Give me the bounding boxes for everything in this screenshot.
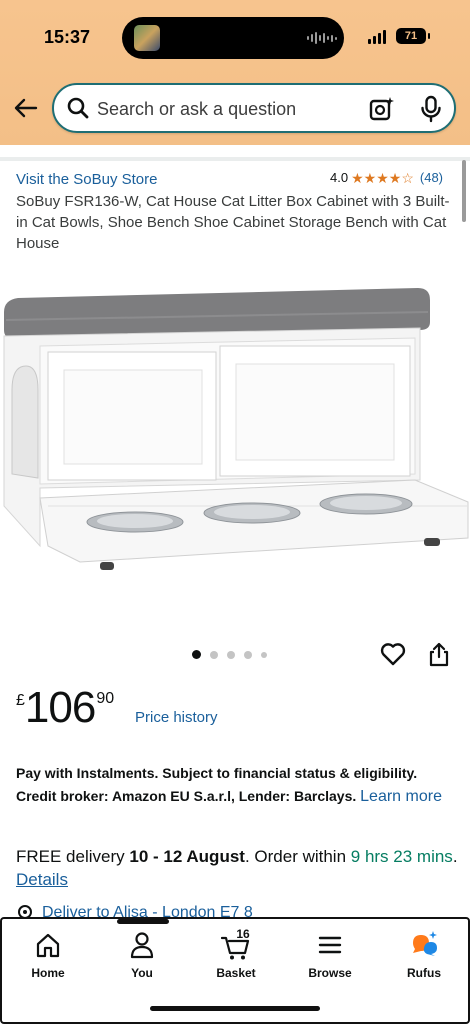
delivery-info: FREE delivery 10 - 12 August. Order with…	[16, 845, 461, 891]
back-arrow-icon[interactable]	[12, 94, 40, 122]
pagination-dot[interactable]	[192, 650, 201, 659]
audio-wave-icon	[307, 31, 337, 45]
delivery-dates: 10 - 12 August	[129, 847, 245, 866]
basket-count-badge: 16	[236, 927, 250, 941]
star-icon: ★	[351, 169, 364, 186]
status-time: 15:37	[44, 27, 91, 47]
pagination-dot[interactable]	[244, 650, 252, 659]
pagination-dot[interactable]	[210, 650, 218, 659]
pagination-dot[interactable]	[261, 651, 267, 658]
product-title: SoBuy FSR136-W, Cat House Cat Litter Box…	[16, 193, 450, 252]
pagination-dot[interactable]	[227, 650, 235, 659]
learn-more-link[interactable]: Learn more	[360, 788, 442, 805]
product-image[interactable]	[0, 270, 470, 590]
delivery-prefix: FREE delivery	[16, 847, 130, 866]
delivery-suffix: .	[452, 847, 458, 866]
star-icon: ★	[376, 169, 389, 186]
star-icon: ★	[363, 169, 377, 186]
menu-icon	[318, 936, 342, 954]
instalments-text: Pay with Instalments. Subject to financi…	[16, 765, 418, 804]
share-icon[interactable]	[427, 641, 451, 667]
rating-summary[interactable]: 4.0 ★ ★ ★ ★ ☆ (48)	[330, 170, 443, 185]
instalments-notice: Pay with Instalments. Subject to financi…	[16, 762, 461, 808]
tab-rufus[interactable]: Rufus	[384, 929, 464, 980]
search-bar[interactable]: Search or ask a question	[52, 83, 456, 133]
tab-browse-label: Browse	[308, 966, 352, 980]
dynamic-island	[122, 17, 344, 59]
price-currency: £	[16, 692, 25, 709]
home-indicator[interactable]	[150, 1006, 320, 1011]
app-header: 15:37 71 Search or ask a question	[0, 0, 470, 145]
person-icon	[130, 932, 154, 959]
now-playing-thumbnail	[134, 25, 160, 51]
tab-you-label: You	[131, 966, 153, 980]
price-whole: 106	[24, 683, 96, 732]
search-icon	[67, 97, 89, 119]
camera-icon[interactable]	[368, 95, 396, 123]
price-history-link[interactable]: Price history	[135, 709, 218, 726]
tab-home-label: Home	[31, 966, 65, 980]
star-icon: ☆	[401, 169, 414, 186]
tab-browse[interactable]: Browse	[290, 929, 370, 980]
tab-rufus-label: Rufus	[407, 966, 441, 980]
header-divider	[0, 145, 470, 163]
delivery-middle: . Order within	[244, 847, 351, 866]
star-icon: ★	[388, 169, 402, 186]
delivery-details-link[interactable]: Details	[16, 870, 68, 889]
delivery-countdown: 9 hrs 23 mins	[350, 847, 453, 866]
tab-basket[interactable]: 16 Basket	[196, 927, 276, 980]
image-pagination-dots[interactable]	[192, 650, 267, 659]
microphone-icon[interactable]	[419, 95, 443, 123]
heart-icon[interactable]	[380, 641, 406, 667]
rufus-icon	[413, 931, 437, 956]
rating-count[interactable]: (48)	[420, 170, 443, 185]
price-fraction: 90	[96, 690, 115, 707]
tab-you[interactable]: You	[102, 929, 182, 980]
home-icon	[36, 933, 60, 958]
price: £ 106 90	[16, 686, 114, 730]
rating-value: 4.0	[330, 170, 349, 185]
scrollbar[interactable]	[462, 160, 466, 222]
cellular-signal-icon	[368, 30, 386, 44]
rating-stars: ★ ★ ★ ★ ☆	[351, 171, 414, 185]
tab-home[interactable]: Home	[8, 929, 88, 980]
active-tab-indicator	[117, 919, 169, 924]
tab-basket-label: Basket	[216, 966, 256, 980]
battery-indicator: 71	[396, 28, 430, 44]
store-link[interactable]: Visit the SoBuy Store	[16, 171, 157, 188]
search-input[interactable]: Search or ask a question	[97, 99, 296, 120]
